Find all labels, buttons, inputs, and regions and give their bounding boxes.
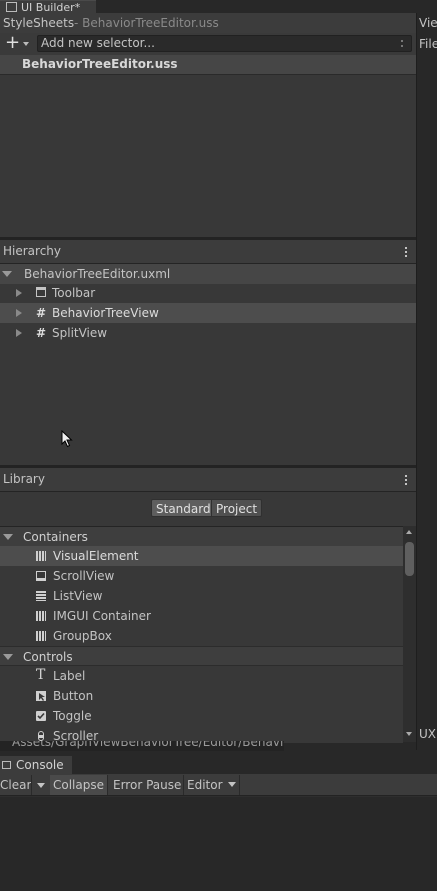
library-item-label: VisualElement	[53, 549, 139, 563]
right-file-label[interactable]: File	[419, 37, 437, 51]
hash-icon: #	[36, 326, 47, 340]
right-tab-label[interactable]: Vie	[419, 16, 437, 30]
add-selector-bar: + Add new selector...	[0, 32, 416, 56]
editor-label: Editor	[187, 778, 223, 792]
scrollbar-thumb[interactable]	[405, 542, 414, 576]
add-selector-placeholder: Add new selector...	[41, 36, 155, 50]
collapse-arrow-icon[interactable]	[16, 289, 22, 297]
console-icon	[2, 761, 11, 769]
collapse-arrow-icon[interactable]	[16, 329, 22, 337]
library-header: Library	[0, 468, 416, 492]
library-item-label: Toggle	[53, 709, 92, 723]
library-item-groupbox[interactable]: GroupBox	[0, 626, 403, 646]
hierarchy-root-row[interactable]: BehaviorTreeEditor.uxml	[0, 264, 416, 284]
path-bar: Assets/GraphViewBehaviorTree/Editor/Beha…	[0, 741, 284, 751]
library-title: Library	[3, 472, 45, 486]
hierarchy-item-behaviortreeview[interactable]: # BehaviorTreeView	[0, 303, 416, 323]
library-item-label-control[interactable]: T Label	[0, 666, 403, 686]
stylesheets-panel: StyleSheets - BehaviorTreeEditor.uss + A…	[0, 13, 416, 241]
right-dock-strip	[416, 13, 437, 750]
tab-project[interactable]: Project	[211, 499, 263, 517]
hierarchy-item-toolbar[interactable]: Toolbar	[0, 283, 416, 303]
stylesheets-header: StyleSheets - BehaviorTreeEditor.uss	[0, 13, 416, 33]
console-clear-button[interactable]: Clear	[0, 775, 31, 795]
chevron-down-icon	[37, 783, 45, 788]
scroller-icon	[38, 731, 44, 741]
library-item-label: Button	[53, 689, 94, 703]
scrollview-icon	[36, 571, 46, 581]
library-list: Containers VisualElement ScrollView List…	[0, 526, 403, 743]
hierarchy-header: Hierarchy	[0, 240, 416, 264]
console-editor-dropdown[interactable]: Editor	[184, 775, 241, 795]
library-item-toggle[interactable]: Toggle	[0, 706, 403, 726]
kebab-menu-icon[interactable]	[405, 247, 408, 258]
library-scrollbar[interactable]	[403, 526, 416, 742]
text-t-icon: T	[36, 667, 46, 683]
hash-icon: #	[36, 306, 47, 320]
hierarchy-panel: Hierarchy BehaviorTreeEditor.uxml Toolba…	[0, 240, 416, 466]
stylesheet-file-row[interactable]: BehaviorTreeEditor.uss	[0, 55, 416, 75]
expand-arrow-icon[interactable]	[2, 271, 12, 277]
section-label: Controls	[23, 650, 73, 664]
library-item-label: GroupBox	[53, 629, 112, 643]
library-item-scrollview[interactable]: ScrollView	[0, 566, 403, 586]
checkmark-icon	[37, 712, 45, 720]
chevron-down-icon	[23, 42, 29, 46]
path-text: Assets/GraphViewBehaviorTree/Editor/Beha…	[12, 741, 284, 749]
scroll-down-arrow-icon[interactable]	[406, 732, 412, 736]
plus-icon: +	[5, 32, 21, 53]
ui-builder-tab[interactable]: UI Builder*	[0, 0, 96, 14]
library-item-button[interactable]: Button	[0, 686, 403, 706]
clear-options-button[interactable]	[31, 775, 51, 795]
tab-standard-label: Standard	[156, 502, 211, 516]
expand-arrow-icon[interactable]	[3, 534, 13, 540]
hierarchy-item-label: SplitView	[52, 326, 108, 340]
imgui-container-icon	[36, 611, 46, 621]
library-section-controls[interactable]: Controls	[0, 646, 403, 666]
hierarchy-item-splitview[interactable]: # SplitView	[0, 323, 416, 343]
chevron-down-icon	[228, 782, 237, 787]
stylesheets-subtitle: - BehaviorTreeEditor.uss	[74, 16, 219, 30]
groupbox-icon	[36, 631, 46, 641]
library-item-label: ListView	[53, 589, 103, 603]
add-selector-input[interactable]: Add new selector...	[37, 35, 412, 52]
cursor-small-icon	[39, 693, 45, 701]
expand-arrow-icon[interactable]	[3, 654, 13, 660]
section-label: Containers	[23, 530, 88, 544]
library-item-imgui-container[interactable]: IMGUI Container	[0, 606, 403, 626]
kebab-menu-icon[interactable]	[405, 475, 408, 486]
console-collapse-button[interactable]: Collapse	[50, 775, 108, 795]
console-tab[interactable]: Console	[0, 756, 72, 774]
stylesheet-file-label: BehaviorTreeEditor.uss	[22, 57, 178, 71]
right-bottom-label[interactable]: UX	[419, 727, 436, 741]
console-tab-label: Console	[16, 758, 64, 772]
library-item-visualelement[interactable]: VisualElement	[0, 546, 403, 566]
hierarchy-title: Hierarchy	[3, 244, 62, 258]
add-selector-button[interactable]: +	[3, 32, 33, 53]
hierarchy-item-label: Toolbar	[52, 286, 96, 300]
library-panel: Library Standard Project Containers Visu…	[0, 468, 416, 743]
library-item-label: ScrollView	[53, 569, 115, 583]
scroll-up-arrow-icon[interactable]	[406, 530, 412, 534]
library-item-listview[interactable]: ListView	[0, 586, 403, 606]
listview-icon	[36, 591, 46, 601]
library-item-label: Label	[53, 669, 86, 683]
toolbar-icon	[36, 287, 46, 297]
mouse-cursor-icon	[61, 430, 73, 448]
stylesheets-title: StyleSheets	[3, 16, 75, 30]
tab-standard[interactable]: Standard	[151, 499, 216, 517]
window-icon	[6, 2, 17, 12]
selector-options-icon[interactable]	[401, 40, 405, 47]
hierarchy-root-label: BehaviorTreeEditor.uxml	[24, 267, 171, 281]
hierarchy-item-label: BehaviorTreeView	[52, 306, 159, 320]
visual-element-icon	[36, 551, 46, 561]
library-item-label: IMGUI Container	[53, 609, 151, 623]
tab-project-label: Project	[216, 502, 258, 516]
collapse-arrow-icon[interactable]	[16, 309, 22, 317]
library-section-containers[interactable]: Containers	[0, 527, 403, 547]
console-log-area	[0, 796, 437, 891]
console-error-pause-button[interactable]: Error Pause	[111, 775, 185, 795]
